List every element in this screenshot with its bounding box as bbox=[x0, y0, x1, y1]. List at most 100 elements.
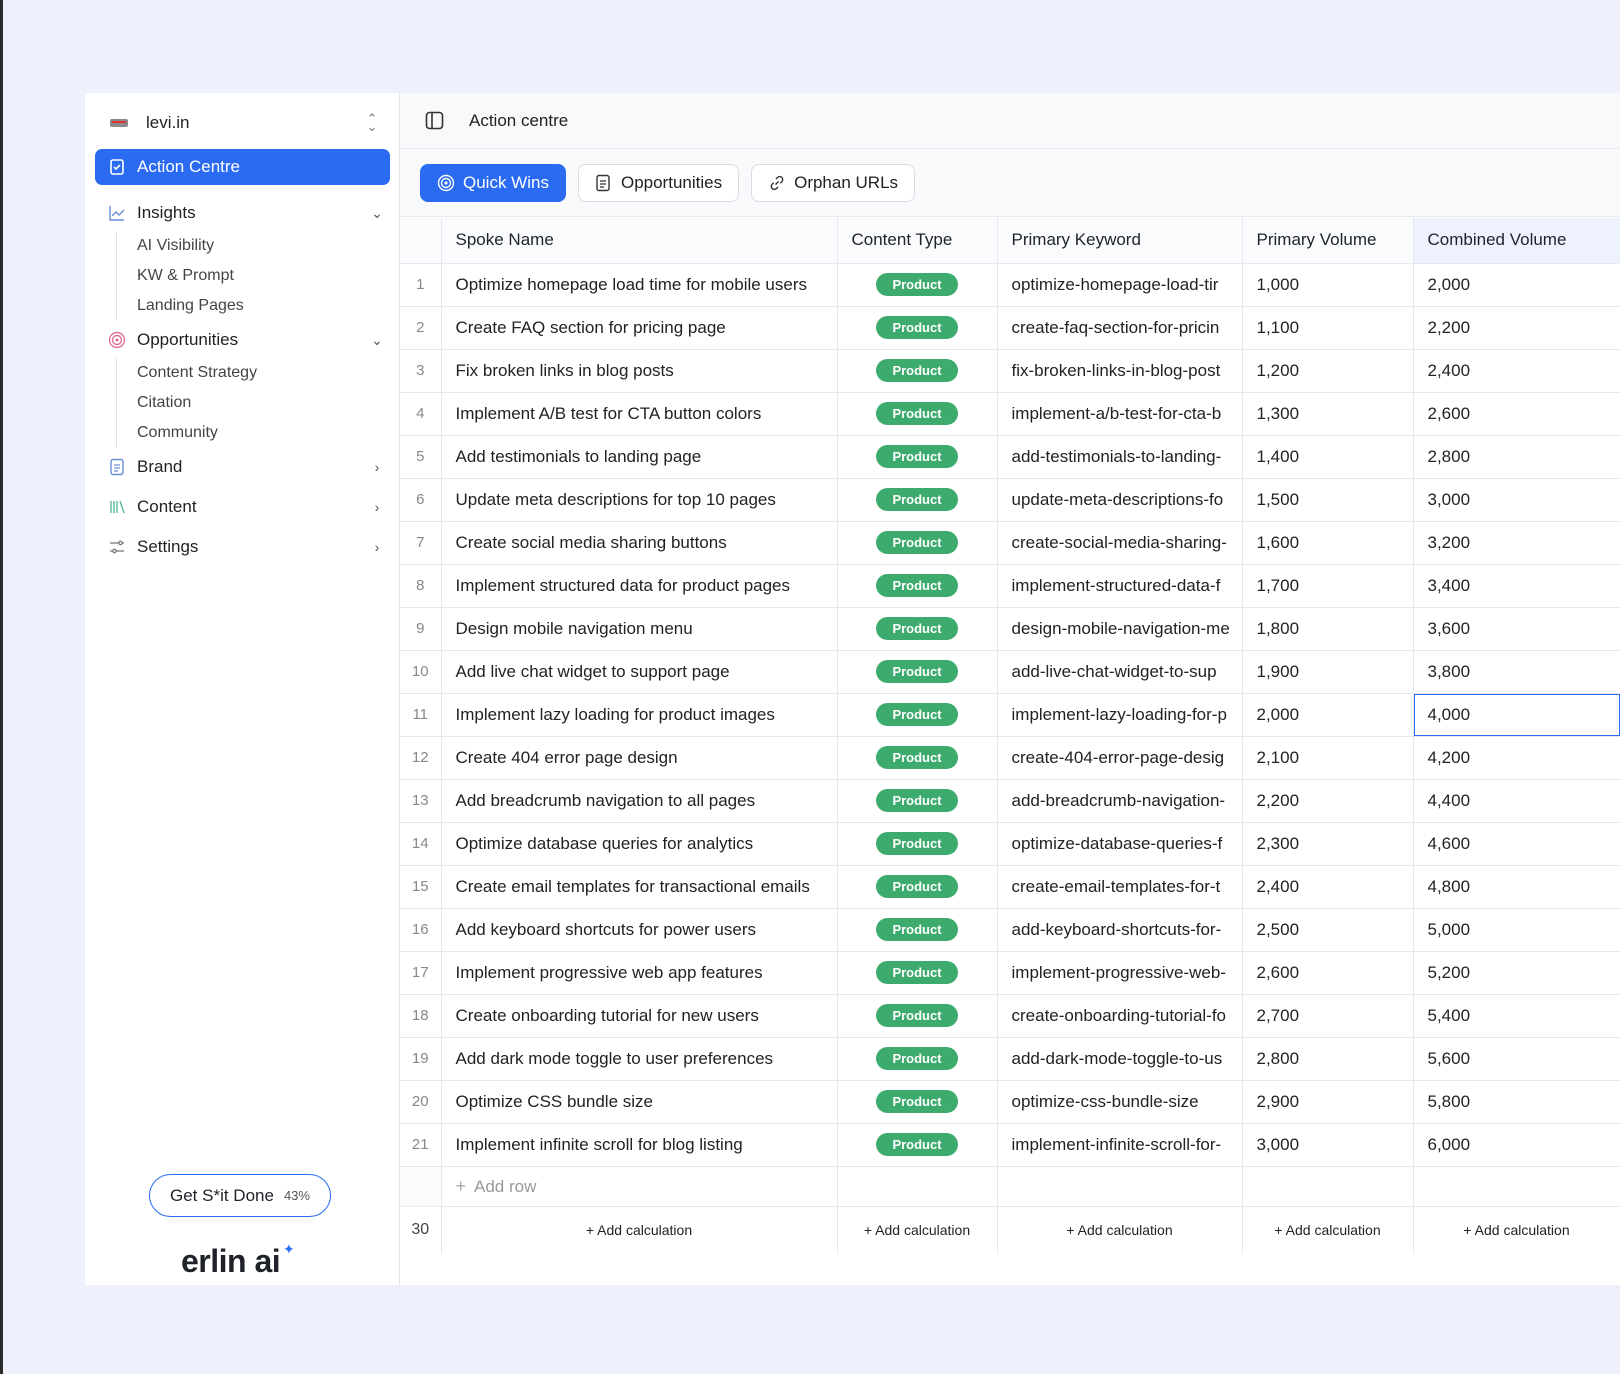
add-calculation-button[interactable]: + Add calculation bbox=[997, 1206, 1243, 1254]
primary-keyword-cell[interactable]: optimize-homepage-load-tir bbox=[997, 263, 1243, 307]
content-type-cell[interactable]: Product bbox=[837, 951, 998, 995]
combined-volume-cell[interactable]: 2,600 bbox=[1413, 392, 1620, 436]
combined-volume-cell[interactable]: 4,600 bbox=[1413, 822, 1620, 866]
table-row[interactable]: 4 Implement A/B test for CTA button color… bbox=[400, 392, 1620, 436]
combined-volume-cell[interactable]: 3,400 bbox=[1413, 564, 1620, 608]
tab-orphan-urls[interactable]: Orphan URLs bbox=[751, 163, 916, 202]
combined-volume-cell[interactable]: 5,000 bbox=[1413, 908, 1620, 952]
spoke-name-cell[interactable]: Implement progressive web app features bbox=[441, 951, 838, 995]
spoke-name-cell[interactable]: Add dark mode toggle to user preferences bbox=[441, 1037, 838, 1081]
primary-keyword-cell[interactable]: create-email-templates-for-t bbox=[997, 865, 1243, 909]
spoke-name-cell[interactable]: Create FAQ section for pricing page bbox=[441, 306, 838, 350]
primary-keyword-cell[interactable]: implement-structured-data-f bbox=[997, 564, 1243, 608]
content-type-cell[interactable]: Product bbox=[837, 908, 998, 952]
spoke-name-cell[interactable]: Implement A/B test for CTA button colors bbox=[441, 392, 838, 436]
spoke-name-cell[interactable]: Update meta descriptions for top 10 page… bbox=[441, 478, 838, 522]
tab-opportunities[interactable]: Opportunities bbox=[577, 163, 740, 202]
sidebar-item-opportunities[interactable]: Opportunities ⌄ bbox=[95, 322, 390, 358]
sidebar-item-settings[interactable]: Settings › bbox=[95, 529, 390, 565]
combined-volume-cell[interactable]: 4,200 bbox=[1413, 736, 1620, 780]
primary-volume-cell[interactable]: 1,200 bbox=[1242, 349, 1414, 393]
table-row[interactable]: 15 Create email templates for transaction… bbox=[400, 865, 1620, 909]
primary-volume-cell[interactable]: 1,100 bbox=[1242, 306, 1414, 350]
combined-volume-cell[interactable]: 4,800 bbox=[1413, 865, 1620, 909]
content-type-cell[interactable]: Product bbox=[837, 607, 998, 651]
content-type-cell[interactable]: Product bbox=[837, 306, 998, 350]
combined-volume-cell[interactable]: 2,400 bbox=[1413, 349, 1620, 393]
combined-volume-cell[interactable]: 3,000 bbox=[1413, 478, 1620, 522]
add-calculation-button[interactable]: + Add calculation bbox=[1413, 1206, 1620, 1254]
chevron-right-icon[interactable]: › bbox=[364, 539, 390, 555]
content-type-cell[interactable]: Product bbox=[837, 435, 998, 479]
primary-volume-cell[interactable]: 2,200 bbox=[1242, 779, 1414, 823]
table-row[interactable]: 14 Optimize database queries for analytic… bbox=[400, 822, 1620, 866]
sidebar-toggle-icon[interactable] bbox=[425, 111, 444, 130]
spoke-name-cell[interactable]: Create social media sharing buttons bbox=[441, 521, 838, 565]
primary-volume-cell[interactable]: 1,400 bbox=[1242, 435, 1414, 479]
add-calculation-button[interactable]: + Add calculation bbox=[837, 1206, 998, 1254]
sidebar-item-landing-pages[interactable]: Landing Pages bbox=[137, 291, 390, 321]
content-type-cell[interactable]: Product bbox=[837, 650, 998, 694]
chevron-down-icon[interactable]: ⌄ bbox=[364, 205, 390, 222]
combined-volume-cell[interactable]: 5,600 bbox=[1413, 1037, 1620, 1081]
primary-keyword-cell[interactable]: update-meta-descriptions-fo bbox=[997, 478, 1243, 522]
spoke-name-cell[interactable]: Implement lazy loading for product image… bbox=[441, 693, 838, 737]
spoke-name-cell[interactable]: Add live chat widget to support page bbox=[441, 650, 838, 694]
content-type-cell[interactable]: Product bbox=[837, 392, 998, 436]
content-type-cell[interactable]: Product bbox=[837, 263, 998, 307]
primary-keyword-cell[interactable]: fix-broken-links-in-blog-post bbox=[997, 349, 1243, 393]
spoke-name-cell[interactable]: Create email templates for transactional… bbox=[441, 865, 838, 909]
sidebar-item-content[interactable]: Content › bbox=[95, 489, 390, 525]
content-type-cell[interactable]: Product bbox=[837, 564, 998, 608]
sidebar-item-citation[interactable]: Citation bbox=[137, 388, 390, 418]
combined-volume-cell[interactable]: 2,200 bbox=[1413, 306, 1620, 350]
spoke-name-cell[interactable]: Add keyboard shortcuts for power users bbox=[441, 908, 838, 952]
table-row[interactable]: 3 Fix broken links in blog posts Product fi… bbox=[400, 349, 1620, 393]
primary-keyword-cell[interactable]: add-keyboard-shortcuts-for- bbox=[997, 908, 1243, 952]
spoke-name-cell[interactable]: Add testimonials to landing page bbox=[441, 435, 838, 479]
primary-volume-cell[interactable]: 1,900 bbox=[1242, 650, 1414, 694]
table-row[interactable]: 12 Create 404 error page design Product cre… bbox=[400, 736, 1620, 780]
primary-volume-cell[interactable]: 3,000 bbox=[1242, 1123, 1414, 1167]
spoke-name-cell[interactable]: Add breadcrumb navigation to all pages bbox=[441, 779, 838, 823]
content-type-cell[interactable]: Product bbox=[837, 478, 998, 522]
primary-keyword-cell[interactable]: implement-progressive-web- bbox=[997, 951, 1243, 995]
get-it-done-button[interactable]: Get S*it Done 43% bbox=[149, 1174, 331, 1217]
primary-volume-cell[interactable]: 2,100 bbox=[1242, 736, 1414, 780]
primary-keyword-cell[interactable]: add-testimonials-to-landing- bbox=[997, 435, 1243, 479]
table-row[interactable]: 1 Optimize homepage load time for mobile … bbox=[400, 263, 1620, 307]
content-type-cell[interactable]: Product bbox=[837, 1080, 998, 1124]
sidebar-item-kw-prompt[interactable]: KW & Prompt bbox=[137, 261, 390, 291]
column-header-combined-volume[interactable]: Combined Volume bbox=[1413, 218, 1620, 264]
table-row[interactable]: 6 Update meta descriptions for top 10 pag… bbox=[400, 478, 1620, 522]
combined-volume-cell[interactable]: 3,800 bbox=[1413, 650, 1620, 694]
table-row[interactable]: 21 Implement infinite scroll for blog lis… bbox=[400, 1123, 1620, 1167]
primary-volume-cell[interactable]: 2,000 bbox=[1242, 693, 1414, 737]
primary-keyword-cell[interactable]: implement-infinite-scroll-for- bbox=[997, 1123, 1243, 1167]
combined-volume-cell[interactable]: 3,200 bbox=[1413, 521, 1620, 565]
combined-volume-cell[interactable]: 5,200 bbox=[1413, 951, 1620, 995]
primary-keyword-cell[interactable]: optimize-css-bundle-size bbox=[997, 1080, 1243, 1124]
primary-keyword-cell[interactable]: add-breadcrumb-navigation- bbox=[997, 779, 1243, 823]
spoke-name-cell[interactable]: Design mobile navigation menu bbox=[441, 607, 838, 651]
table-row[interactable]: 8 Implement structured data for product p… bbox=[400, 564, 1620, 608]
chevron-down-icon[interactable]: ⌄ bbox=[364, 332, 390, 349]
table-row[interactable]: 9 Design mobile navigation menu Product des… bbox=[400, 607, 1620, 651]
sidebar-item-insights[interactable]: Insights ⌄ bbox=[95, 195, 390, 231]
sidebar-item-brand[interactable]: Brand › bbox=[95, 449, 390, 485]
primary-volume-cell[interactable]: 2,500 bbox=[1242, 908, 1414, 952]
sidebar-item-ai-visibility[interactable]: AI Visibility bbox=[137, 231, 390, 261]
primary-keyword-cell[interactable]: create-faq-section-for-pricin bbox=[997, 306, 1243, 350]
primary-volume-cell[interactable]: 1,000 bbox=[1242, 263, 1414, 307]
primary-keyword-cell[interactable]: design-mobile-navigation-me bbox=[997, 607, 1243, 651]
spoke-name-cell[interactable]: Fix broken links in blog posts bbox=[441, 349, 838, 393]
content-type-cell[interactable]: Product bbox=[837, 779, 998, 823]
combined-volume-cell[interactable]: 6,000 bbox=[1413, 1123, 1620, 1167]
table-row[interactable]: 10 Add live chat widget to support page Pr… bbox=[400, 650, 1620, 694]
primary-volume-cell[interactable]: 2,400 bbox=[1242, 865, 1414, 909]
table-row[interactable]: 17 Implement progressive web app features… bbox=[400, 951, 1620, 995]
spoke-name-cell[interactable]: Optimize database queries for analytics bbox=[441, 822, 838, 866]
primary-keyword-cell[interactable]: implement-a/b-test-for-cta-b bbox=[997, 392, 1243, 436]
primary-volume-cell[interactable]: 1,300 bbox=[1242, 392, 1414, 436]
spoke-name-cell[interactable]: Optimize homepage load time for mobile u… bbox=[441, 263, 838, 307]
